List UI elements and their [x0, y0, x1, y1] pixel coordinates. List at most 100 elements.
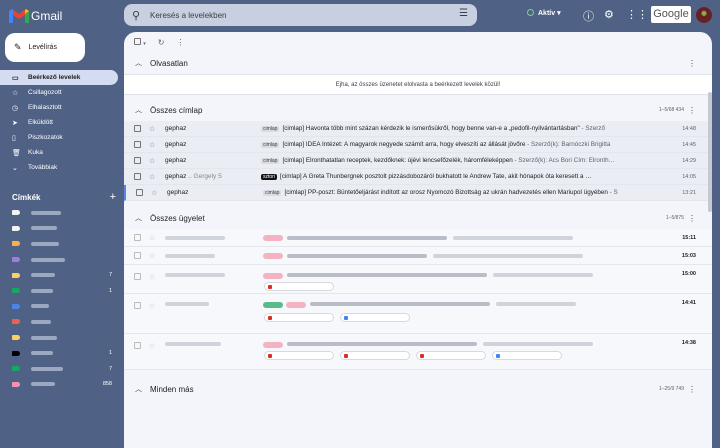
table-row[interactable]: ☆ gephaz cimlap [cimlap] IDEA Intézet: A ma… — [124, 137, 712, 153]
sender: gephaz — [165, 125, 187, 132]
chevron-up-icon[interactable]: ︿ — [135, 384, 142, 394]
star-icon[interactable]: ☆ — [149, 173, 159, 181]
section-cimlap-header[interactable]: ︿ Összes címlap 1–5/68 434 ⋮ — [124, 99, 712, 121]
table-row[interactable]: ☆ gephaz cimlap [cimlap] PP-poszt: Büntetőe… — [124, 185, 712, 201]
label-count: 7 — [108, 365, 112, 372]
date: 13:21 — [682, 189, 696, 196]
compose-button[interactable]: ✎ Levélírás — [5, 33, 85, 62]
label-tag-icon — [12, 225, 20, 231]
help-icon[interactable]: ⓘ — [583, 8, 594, 24]
label-chip[interactable]: cimlap — [263, 189, 282, 196]
sidebar-item-sent[interactable]: ➤ Elküldött — [0, 115, 118, 130]
label-item[interactable] — [0, 236, 120, 252]
label-tag-icon — [12, 335, 20, 341]
label-item[interactable]: 858 — [0, 377, 120, 393]
gmail-logo-icon[interactable] — [8, 8, 30, 24]
star-icon[interactable]: ☆ — [149, 273, 159, 281]
date: 15:11 — [682, 235, 696, 241]
date: 15:03 — [681, 253, 696, 259]
google-account-brand[interactable]: Google — [651, 6, 691, 23]
label-item[interactable]: 7 — [0, 361, 120, 377]
chevron-up-icon[interactable]: ︿ — [135, 105, 142, 115]
row-checkbox[interactable] — [134, 157, 141, 164]
sidebar-item-inbox[interactable]: ▭ Beérkező levelek — [0, 70, 118, 85]
star-icon[interactable]: ☆ — [149, 125, 159, 133]
search-bar[interactable]: ⚲ ☰ — [124, 4, 477, 26]
add-label-icon[interactable]: + — [110, 191, 116, 203]
star-icon[interactable]: ☆ — [149, 141, 159, 149]
list-item[interactable]: ☆ 15:03 — [124, 247, 712, 265]
status-selector[interactable]: Aktív ▾ — [527, 9, 561, 17]
section-menu-icon[interactable]: ⋮ — [688, 214, 696, 223]
list-item[interactable]: ☆ 14:41 — [124, 294, 712, 334]
chevron-up-icon[interactable]: ︿ — [135, 58, 142, 68]
list-item[interactable]: ☆ 14:38 — [124, 334, 712, 370]
list-item[interactable]: ☆ 15:00 — [124, 265, 712, 294]
avatar[interactable] — [696, 7, 712, 23]
table-row[interactable]: ☆ gephaz cimlap [cimlap] Elronthatatlan rec… — [124, 153, 712, 169]
section-unread-header[interactable]: ︿ Olvasatlan ⋮ — [124, 52, 712, 74]
label-item[interactable]: 1 — [0, 345, 120, 361]
label-item[interactable] — [0, 252, 120, 268]
select-all-checkbox[interactable]: ▾ — [134, 37, 146, 47]
star-icon[interactable]: ☆ — [149, 302, 159, 310]
apps-grid-icon[interactable]: ⋮⋮ — [626, 8, 648, 21]
label-item[interactable] — [0, 330, 120, 346]
sidebar-item-starred[interactable]: ☆ Csillagozott — [0, 85, 118, 100]
date: 14:38 — [681, 340, 696, 346]
pencil-icon: ✎ — [14, 42, 22, 52]
attachment-chips[interactable] — [264, 313, 410, 322]
refresh-icon[interactable]: ↻ — [158, 38, 165, 47]
label-item[interactable]: 1 — [0, 283, 120, 299]
star-icon[interactable]: ☆ — [149, 157, 159, 165]
scrollbar[interactable] — [708, 92, 712, 212]
chevron-up-icon[interactable]: ︿ — [135, 213, 142, 223]
label-chip[interactable]: cimlap — [261, 141, 280, 148]
search-options-icon[interactable]: ☰ — [459, 8, 468, 19]
date: 14:41 — [681, 300, 696, 306]
app-title: Gmail — [31, 9, 63, 23]
attachment-chips[interactable] — [264, 351, 562, 360]
more-options-icon[interactable]: ⋮ — [176, 38, 184, 47]
section-more-header[interactable]: ︿ Minden más 1–25/9 749 ⋮ — [124, 378, 712, 400]
clock-icon: ◷ — [12, 104, 19, 112]
star-icon[interactable]: ☆ — [149, 234, 159, 242]
section-title: Összes címlap — [150, 105, 203, 115]
row-checkbox[interactable] — [136, 189, 143, 196]
attachment-chips[interactable] — [264, 282, 334, 291]
label-name-redacted — [31, 226, 57, 231]
table-row[interactable]: ☆ gephaz .. Gergely 5 sztori [cimlap] A Gre… — [124, 169, 712, 185]
search-input[interactable] — [150, 8, 450, 22]
section-menu-icon[interactable]: ⋮ — [688, 106, 696, 115]
label-item[interactable] — [0, 205, 120, 221]
label-chip[interactable]: cimlap — [261, 157, 280, 164]
label-chip[interactable]: sztori — [261, 173, 277, 180]
label-item[interactable] — [0, 221, 120, 237]
label-chip[interactable]: cimlap — [261, 125, 280, 132]
row-checkbox[interactable] — [134, 125, 141, 132]
inbox-icon: ▭ — [12, 74, 19, 82]
settings-icon[interactable]: ⚙ — [604, 8, 614, 21]
list-item[interactable]: ☆ 15:11 — [124, 229, 712, 247]
label-item[interactable] — [0, 314, 120, 330]
list-toolbar: ▾ ↻ ⋮ — [124, 32, 712, 52]
search-icon[interactable]: ⚲ — [132, 9, 140, 22]
table-row[interactable]: ☆ gephaz cimlap [cimlap] Havonta több mint … — [124, 121, 712, 137]
section-menu-icon[interactable]: ⋮ — [688, 59, 696, 68]
star-icon: ☆ — [12, 89, 19, 97]
sidebar-item-drafts[interactable]: ▯ Piszkozatok — [0, 130, 118, 145]
label-item[interactable]: 7 — [0, 267, 120, 283]
row-checkbox[interactable] — [134, 141, 141, 148]
star-icon[interactable]: ☆ — [149, 342, 159, 350]
section-menu-icon[interactable]: ⋮ — [688, 385, 696, 394]
sidebar-item-snoozed[interactable]: ◷ Elhalasztott — [0, 100, 118, 115]
label-item[interactable] — [0, 299, 120, 315]
section-ugyelet-header[interactable]: ︿ Összes ügyelet 1–5/875 ⋮ — [124, 207, 712, 229]
row-checkbox[interactable] — [134, 173, 141, 180]
sidebar-item-trash[interactable]: 🗑 Kuka — [0, 145, 118, 160]
star-icon[interactable]: ☆ — [151, 189, 161, 197]
empty-message: Ejha, az összes üzenetet elolvasta a beé… — [124, 74, 712, 95]
star-icon[interactable]: ☆ — [149, 252, 159, 260]
sidebar-item-more[interactable]: ⌄ Továbbiak — [0, 160, 118, 175]
cimlap-list: ☆ gephaz cimlap [cimlap] Havonta több mint … — [124, 121, 712, 201]
